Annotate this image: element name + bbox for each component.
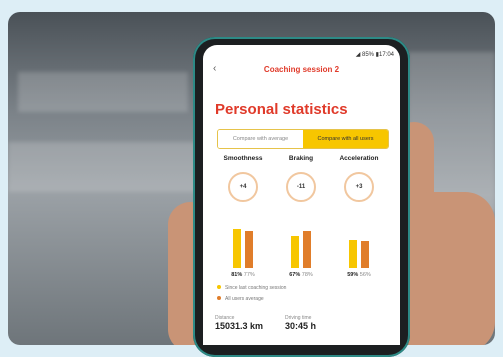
delta-badge: +4 xyxy=(228,172,258,202)
compare-average-option[interactable]: Compare with average xyxy=(218,130,303,148)
screen-title: Coaching session 2 xyxy=(263,65,340,74)
hand-palm xyxy=(398,192,495,345)
delta-badge: +3 xyxy=(344,172,374,202)
metric-name: Smoothness xyxy=(223,155,263,162)
current-bar xyxy=(349,240,357,268)
background-shelf xyxy=(18,72,188,112)
clock: 17:04 xyxy=(378,52,394,58)
distance-value: 15031.3 km xyxy=(215,321,264,331)
metric-values: 81% 77% xyxy=(215,272,271,278)
average-bar xyxy=(245,231,253,268)
metric-values: 67% 78% xyxy=(273,272,329,278)
current-value: 59% xyxy=(347,272,359,278)
top-bar: ‹ Coaching session 2 xyxy=(203,63,400,79)
metric-bars xyxy=(288,220,314,268)
average-value: 78% xyxy=(301,272,313,278)
status-bar: ◢ 85% ▮17:04 xyxy=(356,51,394,58)
metric-bars xyxy=(230,220,256,268)
driving-time-value: 30:45 h xyxy=(285,321,317,331)
delta-badge: -11 xyxy=(286,172,316,202)
average-value: 56% xyxy=(359,272,371,278)
metric-bars xyxy=(346,220,372,268)
current-bar xyxy=(291,236,299,268)
metric-acceleration: Acceleration +3 59% 56% xyxy=(331,155,387,278)
metric-braking: Braking -11 67% 78% xyxy=(273,155,329,278)
distance-stat: Distance 15031.3 km xyxy=(215,315,263,331)
average-bar xyxy=(361,241,369,268)
current-bar xyxy=(233,229,241,268)
battery-percent: 85% xyxy=(361,52,374,58)
compare-toggle[interactable]: Compare with average Compare with all us… xyxy=(217,129,389,149)
legend-item-average: All users average xyxy=(217,296,264,302)
background-shelf xyxy=(8,142,198,192)
page-title: Personal statistics xyxy=(215,101,348,118)
metric-name: Braking xyxy=(288,155,314,162)
phone-screen: ◢ 85% ▮17:04 ‹ Coaching session 2 Person… xyxy=(203,45,400,345)
metric-values: 59% 56% xyxy=(331,272,387,278)
legend-dot-icon xyxy=(217,296,221,300)
legend-dot-icon xyxy=(217,285,221,289)
legend-item-current: Since last coaching session xyxy=(217,285,286,291)
signal-icon: ◢ xyxy=(355,52,361,58)
legend-label: All users average xyxy=(225,296,264,302)
legend-label: Since last coaching session xyxy=(225,285,287,291)
average-value: 77% xyxy=(243,272,255,278)
metric-smoothness: Smoothness +4 81% 77% xyxy=(215,155,271,278)
compare-all-users-option[interactable]: Compare with all users xyxy=(303,130,388,148)
driving-time-stat: Driving time 30:45 h xyxy=(285,315,316,331)
metric-name: Acceleration xyxy=(339,155,379,162)
average-bar xyxy=(303,231,311,268)
current-value: 67% xyxy=(289,272,301,278)
current-value: 81% xyxy=(231,272,243,278)
